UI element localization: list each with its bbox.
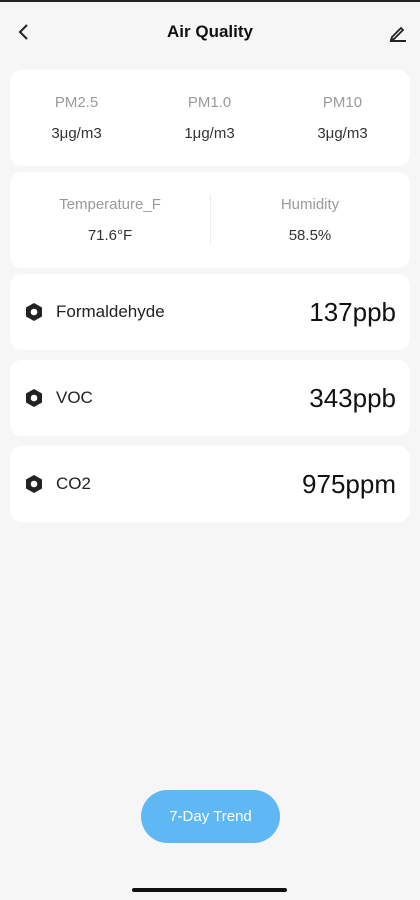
environment-card: Temperature_F 71.6°F Humidity 58.5%	[10, 172, 410, 268]
formaldehyde-card[interactable]: Formaldehyde 137ppb	[10, 274, 410, 350]
seven-day-trend-button[interactable]: 7-Day Trend	[141, 790, 280, 843]
humidity-value: 58.5%	[288, 227, 332, 244]
hex-nut-icon	[26, 303, 42, 321]
co2-label: CO2	[56, 474, 91, 493]
voc-card[interactable]: VOC 343ppb	[10, 360, 410, 436]
pm1-value: 1μg/m3	[184, 125, 235, 142]
pm25-label: PM2.5	[54, 94, 99, 111]
particulates-card: PM2.5 3μg/m3 PM1.0 1μg/m3 PM10 3μg/m3	[10, 70, 410, 166]
voc-label: VOC	[56, 388, 93, 407]
humidity-cell: Humidity 58.5%	[210, 172, 410, 268]
hex-nut-icon	[26, 389, 42, 407]
pm1-label: PM1.0	[187, 94, 232, 111]
pm10-cell: PM10 3μg/m3	[276, 70, 409, 166]
page-title: Air Quality	[167, 22, 253, 41]
voc-value: 343ppb	[309, 383, 396, 413]
temperature-cell: Temperature_F 71.6°F	[10, 172, 210, 268]
pm10-label: PM10	[322, 94, 363, 111]
co2-card[interactable]: CO2 975ppm	[10, 446, 410, 522]
hex-nut-icon	[26, 475, 42, 493]
pencil-icon	[389, 26, 406, 42]
pm10-cell-1: PM1.0 1μg/m3	[143, 70, 276, 166]
humidity-label: Humidity	[280, 196, 340, 213]
temperature-label: Temperature_F	[59, 196, 161, 213]
home-indicator[interactable]	[132, 888, 287, 892]
formaldehyde-label: Formaldehyde	[56, 302, 165, 321]
pm10-value: 3μg/m3	[317, 125, 368, 142]
temperature-value: 71.6°F	[87, 227, 133, 244]
edit-button[interactable]	[386, 20, 410, 44]
co2-value: 975ppm	[302, 469, 396, 499]
header-bar: Air Quality	[0, 2, 420, 64]
pm25-cell: PM2.5 3μg/m3	[10, 70, 143, 166]
formaldehyde-value: 137ppb	[309, 297, 396, 327]
pm25-value: 3μg/m3	[51, 125, 102, 142]
